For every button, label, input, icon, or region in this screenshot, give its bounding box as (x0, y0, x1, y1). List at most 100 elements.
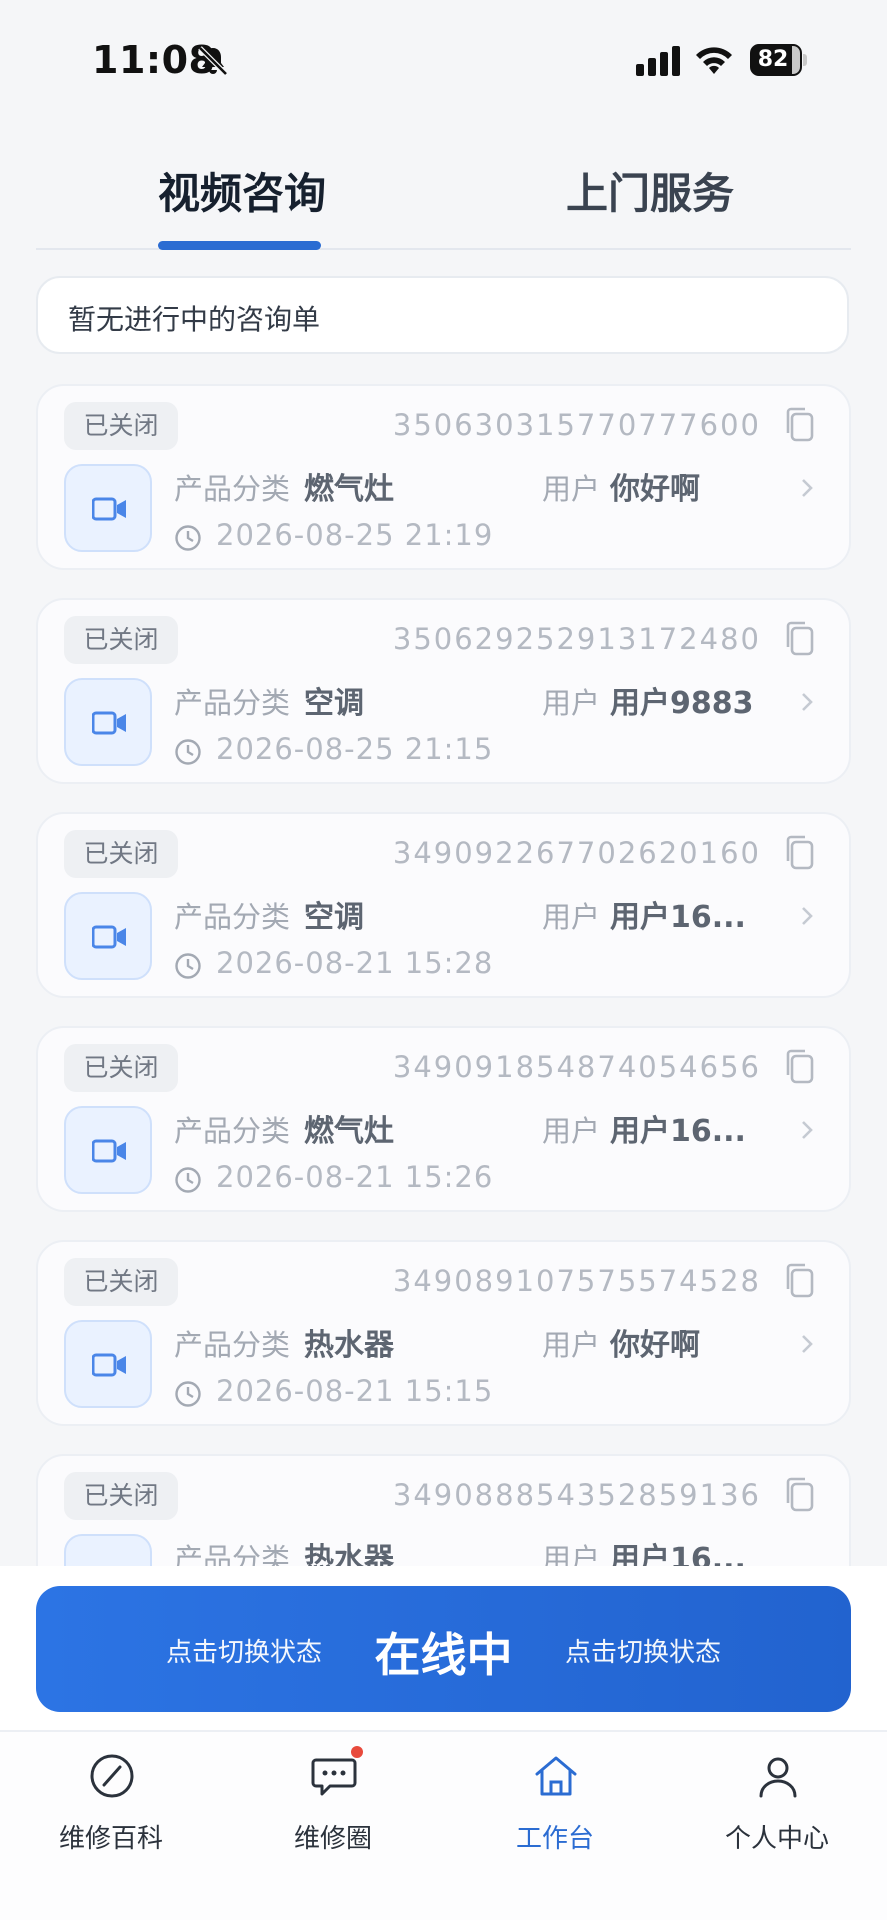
copy-icon[interactable] (783, 1262, 815, 1298)
online-status-area: 点击切换状态 在线中 点击切换状态 (0, 1566, 887, 1730)
tab-onsite-service[interactable]: 上门服务 (566, 160, 734, 221)
category-label: 产品分类 (174, 1542, 291, 1566)
chevron-right-icon (802, 479, 813, 497)
tab-bar: 视频咨询 上门服务 (36, 140, 851, 250)
chevron-right-icon (802, 907, 813, 925)
status-badge: 已关闭 (64, 1258, 178, 1306)
video-consult-icon-tile (64, 1534, 152, 1566)
category-label: 产品分类 (174, 1114, 291, 1148)
order-number: 349091854874054656 (392, 1050, 761, 1084)
copy-icon[interactable] (783, 406, 815, 442)
nav-item-workbench[interactable]: 工作台 (444, 1732, 666, 1882)
order-card[interactable]: 已关闭 349091854874054656 产品分类 燃气灶 用户 用户16.… (36, 1026, 851, 1212)
bottom-nav: 维修百科 维修圈 工作台 个人中心 (0, 1730, 887, 1920)
user-label: 用户 (542, 1114, 601, 1148)
signal-icon (636, 46, 680, 76)
toggle-online-status-button[interactable]: 点击切换状态 在线中 点击切换状态 (36, 1586, 851, 1712)
chat-icon (311, 1758, 357, 1796)
nav-item-repair-wiki[interactable]: 维修百科 (0, 1732, 222, 1882)
video-camera-icon (92, 1353, 126, 1377)
user-value: 用户9883 (610, 686, 754, 721)
order-card[interactable]: 已关闭 349088854352859136 产品分类 热水器 用户 用户16.… (36, 1454, 851, 1566)
nav-label: 个人中心 (724, 1824, 829, 1854)
notification-dot (351, 1746, 363, 1758)
category-value: 燃气灶 (304, 1114, 394, 1149)
order-number: 350630315770777600 (392, 408, 761, 442)
video-camera-icon (92, 711, 126, 735)
video-consult-icon-tile (64, 464, 152, 552)
battery-icon: 82 (750, 44, 808, 76)
nav-label: 维修圈 (293, 1824, 372, 1854)
order-time: 2026-08-25 21:15 (216, 732, 494, 766)
status-badge: 已关闭 (64, 1472, 178, 1520)
video-consult-icon-tile (64, 892, 152, 980)
video-consult-icon-tile (64, 1320, 152, 1408)
nav-label: 工作台 (515, 1824, 594, 1854)
video-camera-icon (92, 1139, 126, 1163)
chevron-right-icon (802, 693, 813, 711)
tab-video-consult[interactable]: 视频咨询 (158, 160, 326, 221)
active-tab-indicator (158, 241, 321, 250)
clock-icon (175, 953, 201, 979)
video-consult-icon-tile (64, 678, 152, 766)
video-consult-icon-tile (64, 1106, 152, 1194)
order-number: 349088854352859136 (392, 1478, 761, 1512)
nav-label: 维修百科 (58, 1824, 163, 1854)
order-card[interactable]: 已关闭 349092267702620160 产品分类 空调 用户 用户16..… (36, 812, 851, 998)
user-label: 用户 (542, 472, 601, 506)
user-label: 用户 (542, 900, 601, 934)
category-value: 热水器 (304, 1542, 394, 1566)
chevron-right-icon (802, 1121, 813, 1139)
category-value: 空调 (304, 900, 364, 935)
toggle-hint-right: 点击切换状态 (564, 1638, 721, 1668)
video-camera-icon (92, 497, 126, 521)
clock-icon (175, 1381, 201, 1407)
video-camera-icon (92, 925, 126, 949)
status-badge: 已关闭 (64, 402, 178, 450)
order-time: 2026-08-25 21:19 (216, 518, 494, 552)
order-card[interactable]: 已关闭 349089107575574528 产品分类 热水器 用户 你好啊 2… (36, 1240, 851, 1426)
category-label: 产品分类 (174, 900, 291, 934)
wifi-icon (696, 47, 732, 74)
category-value: 热水器 (304, 1328, 394, 1363)
user-label: 用户 (542, 686, 601, 720)
order-list[interactable]: 已关闭 350630315770777600 产品分类 燃气灶 用户 你好啊 2… (36, 384, 851, 1566)
home-icon (535, 1756, 577, 1796)
bell-muted-icon (198, 46, 228, 76)
user-value: 你好啊 (610, 472, 700, 507)
status-bar: 11:08 82 (0, 0, 887, 120)
nav-item-profile[interactable]: 个人中心 (666, 1732, 887, 1882)
category-value: 空调 (304, 686, 364, 721)
notice-text: 暂无进行中的咨询单 (68, 303, 321, 336)
nav-item-repair-circle[interactable]: 维修圈 (222, 1732, 444, 1882)
user-value: 用户16... (610, 1114, 746, 1149)
clock-icon (175, 1167, 201, 1193)
clock-icon (175, 525, 201, 551)
status-badge: 已关闭 (64, 616, 178, 664)
user-label: 用户 (542, 1328, 601, 1362)
user-icon (759, 1757, 797, 1798)
order-number: 349092267702620160 (392, 836, 761, 870)
order-time: 2026-08-21 15:15 (216, 1374, 494, 1408)
user-value: 你好啊 (610, 1328, 700, 1363)
order-card[interactable]: 已关闭 350629252913172480 产品分类 空调 用户 用户9883… (36, 598, 851, 784)
copy-icon[interactable] (783, 1048, 815, 1084)
category-label: 产品分类 (174, 686, 291, 720)
clock-icon (175, 739, 201, 765)
category-label: 产品分类 (174, 1328, 291, 1362)
compass-icon (90, 1754, 134, 1798)
online-state-label: 在线中 (374, 1628, 513, 1682)
copy-icon[interactable] (783, 1476, 815, 1512)
user-label: 用户 (542, 1542, 601, 1566)
no-active-order-notice: 暂无进行中的咨询单 (36, 276, 849, 354)
order-time: 2026-08-21 15:28 (216, 946, 494, 980)
copy-icon[interactable] (783, 620, 815, 656)
chevron-right-icon (802, 1335, 813, 1353)
order-number: 350629252913172480 (392, 622, 761, 656)
order-number: 349089107575574528 (392, 1264, 761, 1298)
order-card[interactable]: 已关闭 350630315770777600 产品分类 燃气灶 用户 你好啊 2… (36, 384, 851, 570)
copy-icon[interactable] (783, 834, 815, 870)
user-value: 用户16... (610, 900, 746, 935)
order-time: 2026-08-21 15:26 (216, 1160, 494, 1194)
category-label: 产品分类 (174, 472, 291, 506)
